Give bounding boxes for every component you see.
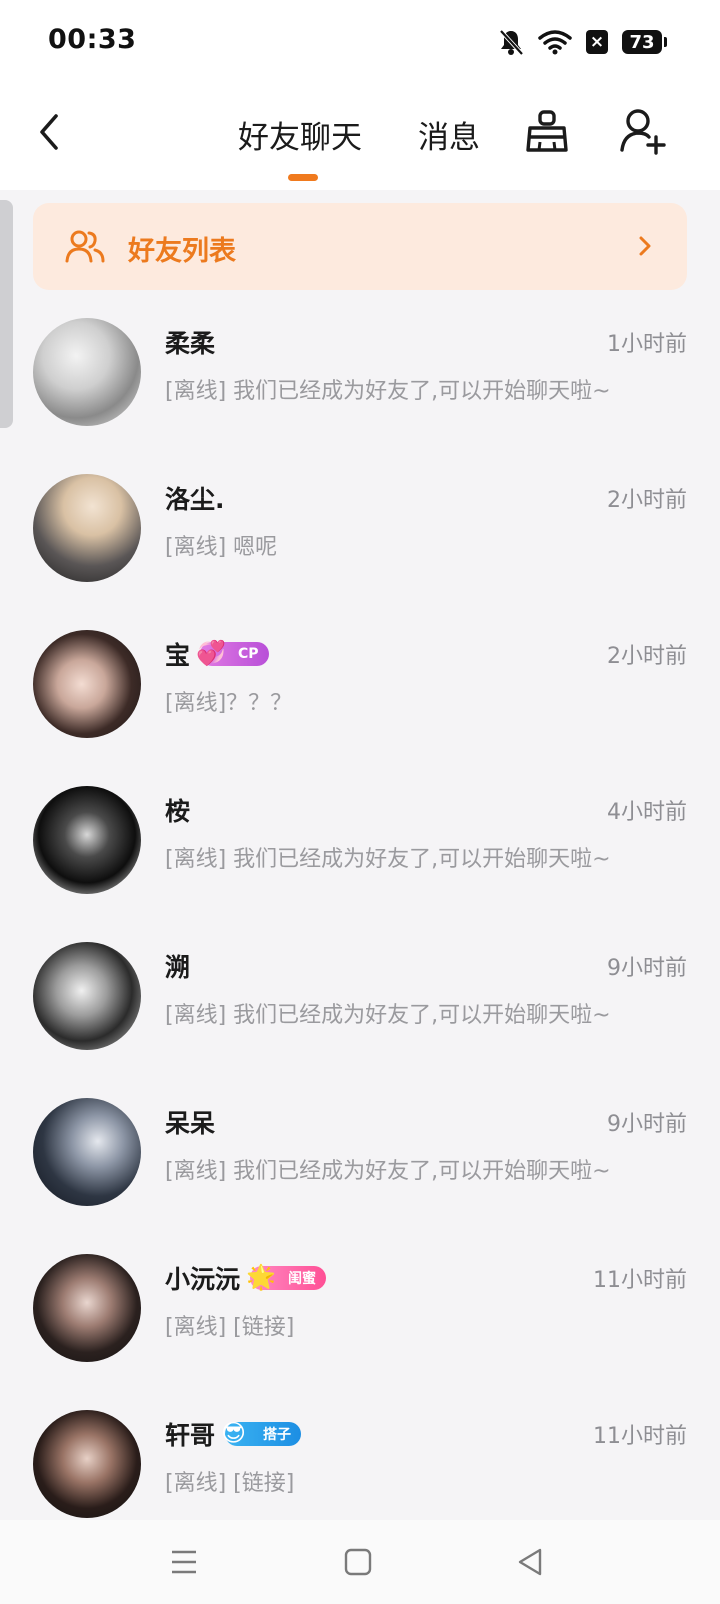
message-time: 4小时前	[607, 800, 687, 825]
message-time: 2小时前	[607, 488, 687, 513]
wifi-icon	[538, 30, 572, 55]
message-time: 9小时前	[607, 1112, 687, 1137]
bestie-badge: 🌟 闺蜜	[246, 1263, 327, 1291]
status-time: 00:33	[48, 24, 137, 55]
sunglasses-face-icon: 😎	[221, 1419, 247, 1447]
tab-messages[interactable]: 消息	[418, 112, 480, 157]
system-nav-bar	[0, 1520, 720, 1604]
contact-name: 轩哥	[165, 1421, 216, 1450]
status-bar: 00:33 × 73	[0, 0, 720, 82]
chat-item[interactable]: 柔柔 1小时前 [离线] 我们已经成为好友了,可以开始聊天啦~	[0, 318, 720, 474]
message-preview: [离线] 嗯呢	[165, 535, 278, 560]
contact-name: 小沅沅	[165, 1265, 241, 1294]
cp-badge: 💞 CP	[196, 639, 269, 667]
message-preview: [离线] 我们已经成为好友了,可以开始聊天啦~	[165, 1003, 611, 1028]
add-friend-icon[interactable]	[618, 106, 668, 158]
contact-name: 宝	[165, 641, 191, 670]
back-triangle-icon[interactable]	[512, 1544, 548, 1580]
message-time: 11小时前	[593, 1424, 687, 1449]
message-preview: [离线]？？？	[165, 691, 293, 716]
message-time: 2小时前	[607, 644, 687, 669]
chat-item[interactable]: 呆呆 9小时前 [离线] 我们已经成为好友了,可以开始聊天啦~	[0, 1098, 720, 1254]
battery-level: 73	[629, 31, 655, 53]
avatar[interactable]	[33, 630, 141, 738]
chat-item[interactable]: 洛尘. 2小时前 [离线] 嗯呢	[0, 474, 720, 630]
users-icon	[65, 230, 105, 263]
hearts-icon: 💞	[196, 639, 226, 667]
stars-icon: 🌟	[246, 1263, 276, 1291]
contact-name: 洛尘.	[165, 485, 225, 514]
contact-name: 桉	[165, 797, 191, 826]
message-time: 9小时前	[607, 956, 687, 981]
chat-item[interactable]: 桉 4小时前 [离线] 我们已经成为好友了,可以开始聊天啦~	[0, 786, 720, 942]
avatar[interactable]	[33, 1254, 141, 1362]
buddy-badge: 😎 搭子	[221, 1419, 302, 1447]
home-square-icon[interactable]	[340, 1544, 376, 1580]
avatar[interactable]	[33, 1410, 141, 1518]
back-icon[interactable]	[30, 108, 70, 156]
chevron-right-icon	[639, 236, 651, 256]
avatar[interactable]	[33, 474, 141, 582]
contact-name: 溯	[165, 953, 191, 982]
clean-broom-icon[interactable]	[522, 106, 572, 158]
status-icons: × 73	[498, 26, 667, 58]
friends-list-banner[interactable]: 好友列表	[33, 203, 687, 290]
chat-list: 柔柔 1小时前 [离线] 我们已经成为好友了,可以开始聊天啦~ 洛尘. 2小时前…	[0, 318, 720, 1566]
friends-list-label: 好友列表	[128, 236, 236, 267]
header: 好友聊天 消息	[0, 82, 720, 190]
message-preview: [离线] 我们已经成为好友了,可以开始聊天啦~	[165, 847, 611, 872]
message-time: 1小时前	[607, 332, 687, 357]
bell-off-icon	[499, 29, 524, 56]
message-preview: [离线] 我们已经成为好友了,可以开始聊天啦~	[165, 379, 611, 404]
x-badge-icon: ×	[586, 30, 608, 54]
avatar[interactable]	[33, 1098, 141, 1206]
chat-item[interactable]: 小沅沅 🌟 闺蜜 11小时前 [离线] [链接]	[0, 1254, 720, 1410]
chat-item[interactable]: 溯 9小时前 [离线] 我们已经成为好友了,可以开始聊天啦~	[0, 942, 720, 1098]
chat-item[interactable]: 宝 💞 CP 2小时前 [离线]？？？	[0, 630, 720, 786]
avatar[interactable]	[33, 786, 141, 894]
message-preview: [离线] [链接]	[165, 1471, 295, 1496]
menu-icon[interactable]	[166, 1544, 202, 1580]
message-time: 11小时前	[593, 1268, 687, 1293]
contact-name: 柔柔	[165, 329, 216, 358]
contact-name: 呆呆	[165, 1109, 216, 1138]
battery-icon: 73	[622, 30, 667, 54]
avatar[interactable]	[33, 318, 141, 426]
tab-friend-chat[interactable]: 好友聊天	[238, 112, 362, 157]
avatar[interactable]	[33, 942, 141, 1050]
message-preview: [离线] 我们已经成为好友了,可以开始聊天啦~	[165, 1159, 611, 1184]
message-preview: [离线] [链接]	[165, 1315, 295, 1340]
tab-active-indicator	[288, 174, 318, 181]
